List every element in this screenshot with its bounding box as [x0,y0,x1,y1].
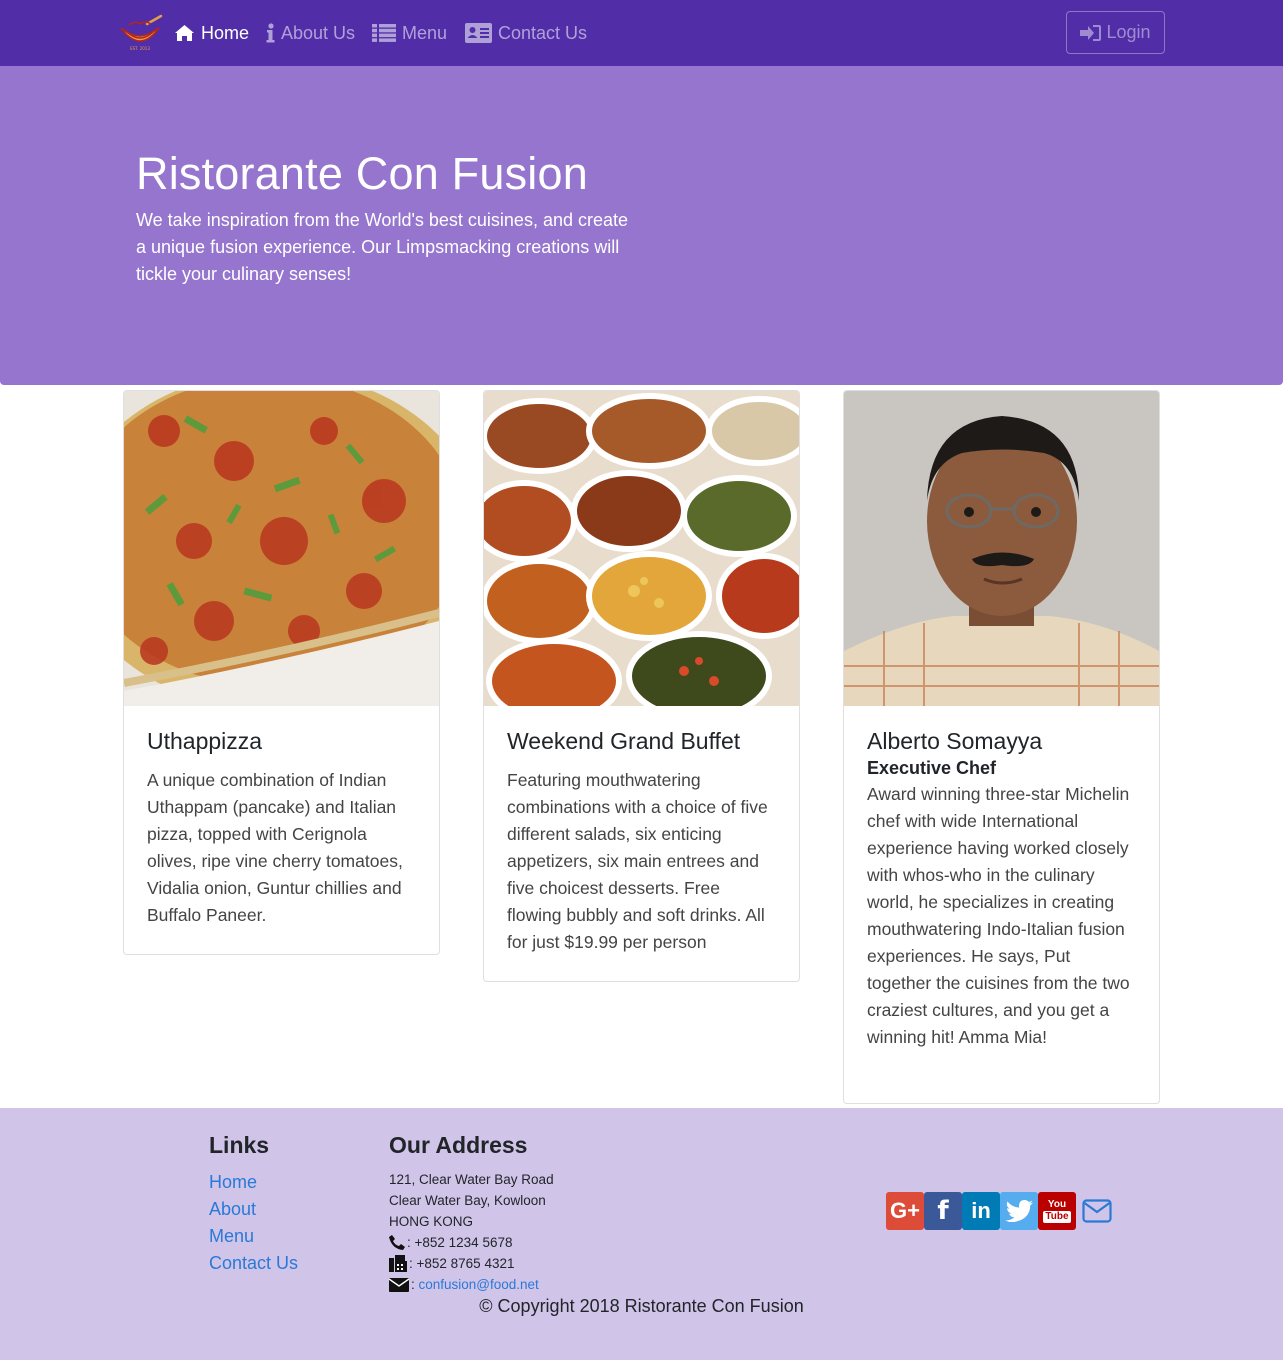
card-text: A unique combination of Indian Uthappam … [147,770,403,925]
links-heading: Links [209,1132,270,1158]
buffet-image [484,391,799,706]
home-icon [175,25,194,41]
card-body: Alberto Somayya Executive Chef Award win… [844,706,1159,1071]
email-link[interactable]: confusion@food.net [419,1274,539,1295]
navbar: EST. 2013 Home About Us Menu Contact Us … [0,0,1283,66]
card-body: Uthappizza A unique combination of India… [124,706,439,949]
linkedin-icon[interactable]: in [962,1192,1000,1230]
social-links: G+ f in You Tube [886,1192,1112,1230]
address-card-icon [465,23,492,43]
sign-in-icon [1080,24,1102,41]
address-block: 121, Clear Water Bay Road Clear Water Ba… [389,1169,554,1295]
info-icon [266,23,275,43]
leader-card: Alberto Somayya Executive Chef Award win… [843,390,1160,1104]
nav-home[interactable]: Home [174,19,249,47]
nav-menu-label: Menu [402,22,448,43]
twitter-icon[interactable] [1000,1192,1038,1230]
youtube-icon[interactable]: You Tube [1038,1192,1076,1230]
phone-icon [389,1235,405,1250]
uthappizza-image [124,391,439,706]
phone-number: : +852 1234 5678 [407,1235,513,1250]
copyright: © Copyright 2018 Ristorante Con Fusion [479,1296,804,1316]
card-text: Featuring mouthwatering combinations wit… [507,770,768,952]
youtube-label-bottom: Tube [1043,1210,1071,1223]
footer-link-contact[interactable]: Contact Us [209,1250,298,1277]
jumbotron-text: We take inspiration from the World's bes… [136,210,629,284]
footer-link-about[interactable]: About [209,1196,298,1223]
facebook-label: f [937,1196,949,1226]
email-prefix: : [411,1277,419,1292]
address-heading: Our Address [389,1132,528,1158]
nav-home-label: Home [201,22,250,43]
card-text: Award winning three-star Michelin chef w… [867,784,1130,1047]
jumbotron: Ristorante Con Fusion We take inspiratio… [0,66,1283,385]
address-line: 121, Clear Water Bay Road [389,1172,554,1187]
dish-card: Uthappizza A unique combination of India… [123,390,440,955]
svg-text:EST. 2013: EST. 2013 [130,46,150,51]
phone-row: : +852 1234 5678 [389,1232,554,1253]
nav-about-label: About Us [281,22,356,43]
card-title: Alberto Somayya [867,728,1043,754]
footer-links: Home About Menu Contact Us [209,1169,298,1277]
twitter-bird-icon [1005,1200,1033,1222]
youtube-label-top: You [1047,1198,1067,1210]
chef-photo [844,391,1159,706]
card-title: Weekend Grand Buffet [507,728,741,754]
card-body: Weekend Grand Buffet Featuring mouthwate… [484,706,799,976]
mail-icon[interactable] [1082,1199,1112,1223]
footer-link-home[interactable]: Home [209,1169,298,1196]
card-title: Uthappizza [147,728,263,754]
fax-number: : +852 8765 4321 [409,1256,515,1271]
list-icon [372,24,396,42]
nav-contact[interactable]: Contact Us [465,19,587,47]
page-title: Ristorante Con Fusion [136,148,588,199]
nav-contact-label: Contact Us [498,22,588,43]
nav-about[interactable]: About Us [266,19,355,47]
footer: Links Home About Menu Contact Us Our Add… [0,1108,1283,1360]
fax-icon [389,1255,407,1272]
promotion-card: Weekend Grand Buffet Featuring mouthwate… [483,390,800,982]
address-line: Clear Water Bay, Kowloon [389,1193,546,1208]
fax-row: : +852 8765 4321 [389,1253,554,1274]
google-plus-label: G+ [890,1198,920,1223]
nav-menu[interactable]: Menu [372,19,447,47]
login-label: Login [1106,22,1151,42]
facebook-icon[interactable]: f [924,1192,962,1230]
google-plus-icon[interactable]: G+ [886,1192,924,1230]
address-line: HONG KONG [389,1214,474,1229]
login-button[interactable]: Login [1066,11,1165,54]
envelope-icon [389,1278,409,1292]
card-subtitle: Executive Chef [867,758,997,778]
restaurant-logo[interactable]: EST. 2013 [117,14,163,52]
linkedin-label: in [971,1198,991,1223]
footer-link-menu[interactable]: Menu [209,1223,298,1250]
email-row: : confusion@food.net [389,1274,554,1295]
